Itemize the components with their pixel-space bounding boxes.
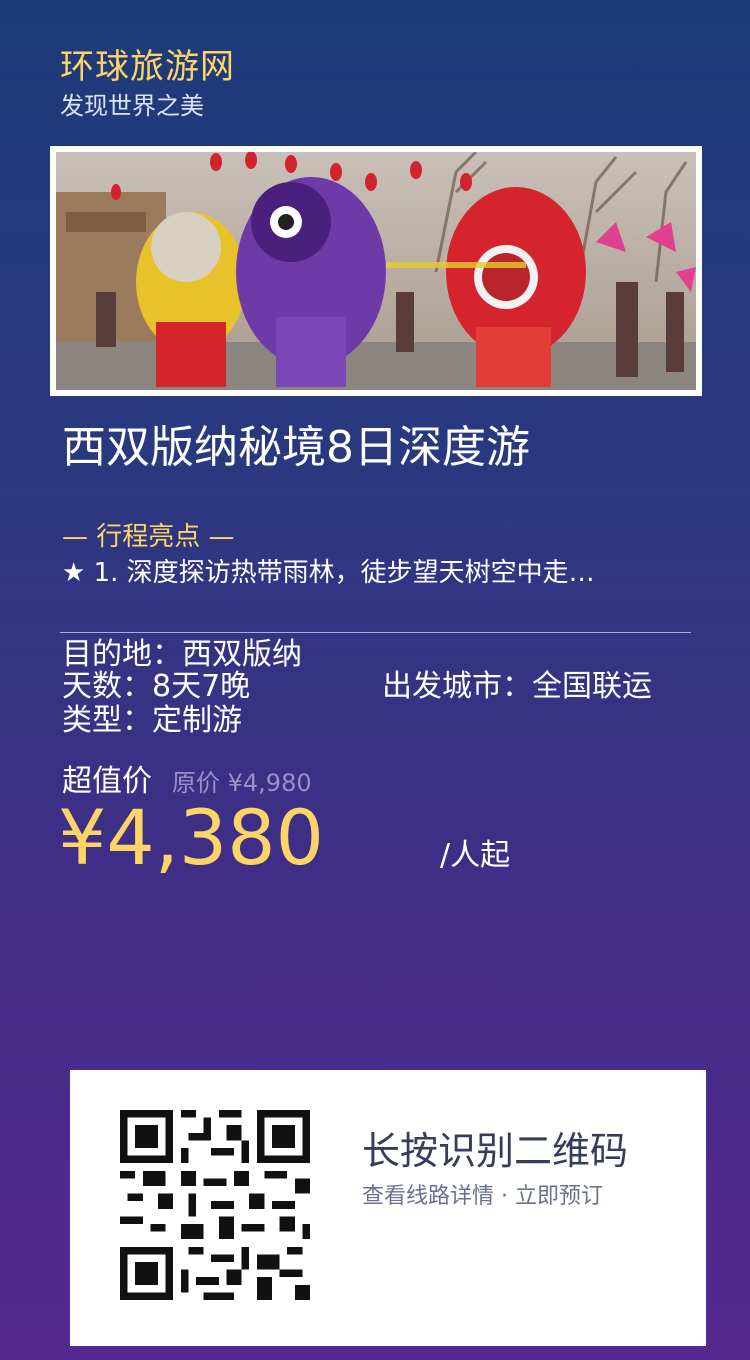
highlights-heading: — 行程亮点 —: [62, 522, 235, 552]
current-price: ¥4,380: [58, 793, 324, 882]
brand-subtitle: 发现世界之美: [60, 92, 204, 120]
tour-title: 西双版纳秘境8日深度游: [62, 422, 530, 473]
hero-photo-frame: [50, 146, 702, 396]
qr-subtitle: 查看线路详情 · 立即预订: [362, 1184, 603, 1209]
departure-city-info: 出发城市：全国联运: [382, 669, 652, 704]
qr-title: 长按识别二维码: [362, 1129, 629, 1173]
highlight-item: ★ 1. 深度探访热带雨林，徒步望天树空中走…: [62, 558, 595, 588]
qr-code-icon[interactable]: [120, 1110, 310, 1300]
qr-card[interactable]: 长按识别二维码 查看线路详情 · 立即预订: [70, 1070, 706, 1346]
tour-type-info: 类型：定制游: [62, 703, 242, 738]
brand: 环球旅游网 发现世界之美: [60, 46, 235, 122]
hero-photo: [56, 152, 696, 390]
price-unit: /人起: [440, 838, 511, 873]
days-info: 天数：8天7晚: [62, 669, 251, 704]
destination-info: 目的地：西双版纳: [62, 637, 302, 672]
divider: [60, 632, 691, 633]
brand-title: 环球旅游网: [60, 47, 235, 87]
